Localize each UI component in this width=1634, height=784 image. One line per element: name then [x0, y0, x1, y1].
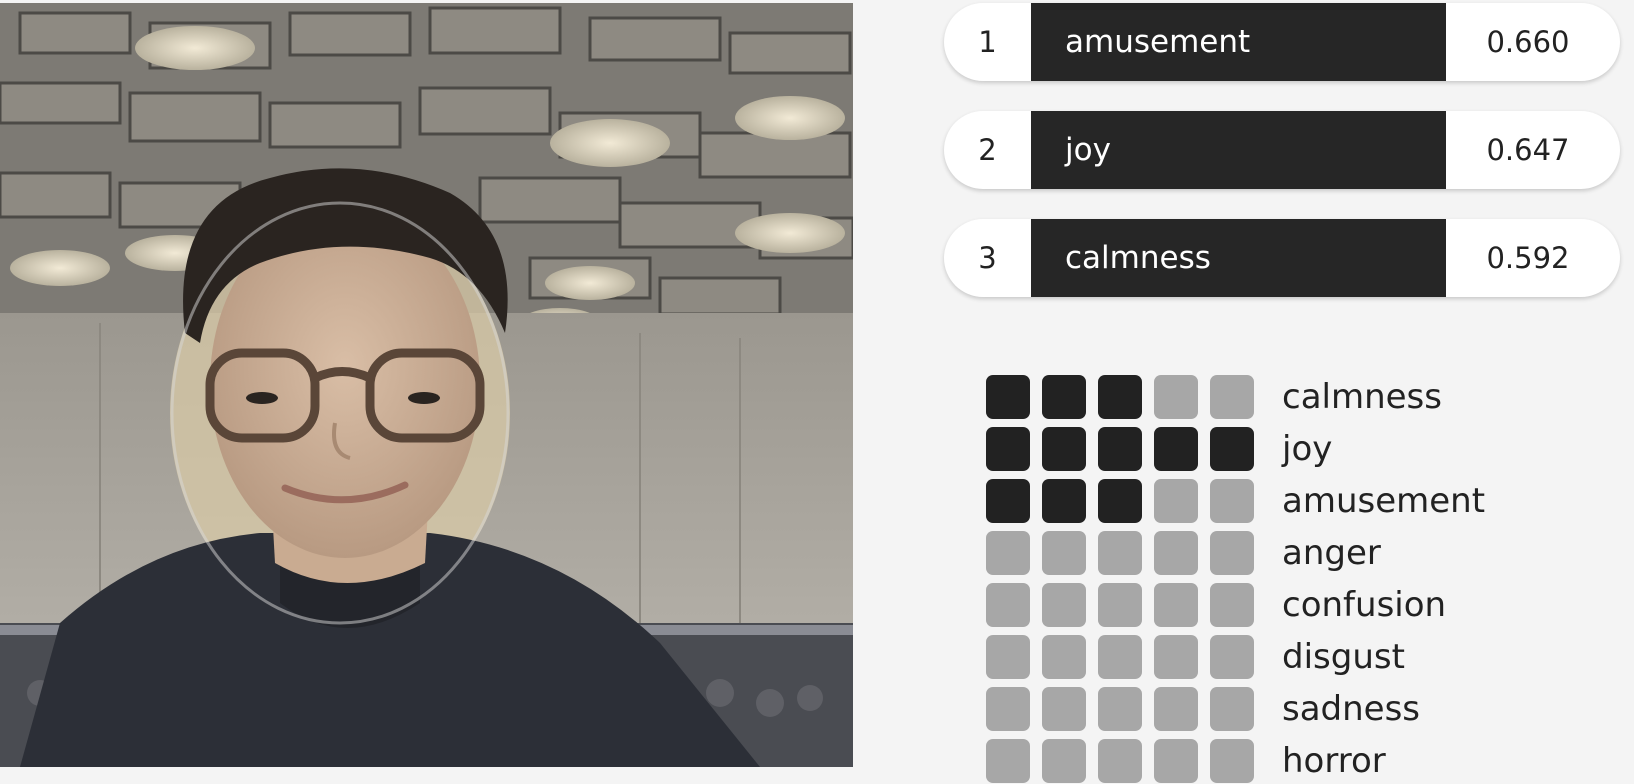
- rank-bar: amusement: [1031, 3, 1446, 81]
- emotion-label: amusement: [1282, 481, 1486, 521]
- emotion-row: horror: [986, 735, 1626, 784]
- level-cell-empty: [1098, 635, 1142, 679]
- emotion-row: confusion: [986, 579, 1626, 631]
- level-cell-empty: [1210, 739, 1254, 783]
- level-cell-filled: [986, 427, 1030, 471]
- level-cells: [986, 427, 1266, 471]
- rank-score: 0.660: [1486, 25, 1570, 59]
- level-cell-filled: [1042, 479, 1086, 523]
- level-cells: [986, 375, 1266, 419]
- level-cells: [986, 583, 1266, 627]
- rank-item[interactable]: 2 joy 0.647: [944, 111, 1620, 189]
- webcam-image: [0, 3, 853, 767]
- level-cells: [986, 739, 1266, 783]
- emotion-row: joy: [986, 423, 1626, 475]
- level-cell-empty: [1210, 583, 1254, 627]
- level-cell-empty: [1098, 583, 1142, 627]
- level-cell-filled: [1210, 427, 1254, 471]
- level-cells: [986, 635, 1266, 679]
- level-cell-empty: [1210, 479, 1254, 523]
- level-cell-empty: [986, 687, 1030, 731]
- level-cell-filled: [1098, 427, 1142, 471]
- level-cell-empty: [1154, 531, 1198, 575]
- emotion-label: anger: [1282, 533, 1381, 573]
- rank-number: 1: [978, 25, 997, 59]
- level-cell-filled: [986, 479, 1030, 523]
- rank-score: 0.592: [1486, 241, 1570, 275]
- emotion-row: calmness: [986, 371, 1626, 423]
- level-cells: [986, 687, 1266, 731]
- emotion-label: confusion: [1282, 585, 1447, 625]
- level-cell-empty: [1154, 687, 1198, 731]
- level-cell-empty: [1042, 583, 1086, 627]
- emotion-label: disgust: [1282, 637, 1405, 677]
- level-cell-empty: [1154, 739, 1198, 783]
- level-cell-empty: [1154, 479, 1198, 523]
- rank-number: 3: [978, 241, 997, 275]
- level-cell-empty: [986, 739, 1030, 783]
- level-cell-filled: [1098, 479, 1142, 523]
- emotion-row: sadness: [986, 683, 1626, 735]
- level-cell-empty: [1042, 739, 1086, 783]
- level-cell-empty: [1210, 687, 1254, 731]
- level-cell-empty: [1154, 635, 1198, 679]
- level-cell-empty: [986, 531, 1030, 575]
- level-cells: [986, 531, 1266, 575]
- webcam-feed: [0, 3, 853, 767]
- rank-bar: calmness: [1031, 219, 1446, 297]
- rank-item[interactable]: 1 amusement 0.660: [944, 3, 1620, 81]
- top-emotions-list: 1 amusement 0.660 2 joy 0.647 3 calmness…: [944, 3, 1620, 327]
- emotion-label: sadness: [1282, 689, 1421, 729]
- emotion-label: horror: [1282, 741, 1386, 781]
- level-cell-filled: [1042, 375, 1086, 419]
- level-cell-empty: [986, 635, 1030, 679]
- level-cell-empty: [1210, 531, 1254, 575]
- emotion-row: disgust: [986, 631, 1626, 683]
- level-cell-empty: [986, 583, 1030, 627]
- level-cell-empty: [1042, 531, 1086, 575]
- level-cell-empty: [1042, 687, 1086, 731]
- emotion-row: anger: [986, 527, 1626, 579]
- level-cell-empty: [1154, 375, 1198, 419]
- emotion-row: amusement: [986, 475, 1626, 527]
- level-cell-empty: [1210, 375, 1254, 419]
- rank-number: 2: [978, 133, 997, 167]
- level-cell-empty: [1042, 635, 1086, 679]
- emotion-label: joy: [1282, 429, 1333, 469]
- level-cells: [986, 479, 1266, 523]
- rank-label: amusement: [1065, 24, 1251, 60]
- level-cell-filled: [1154, 427, 1198, 471]
- level-cell-filled: [1042, 427, 1086, 471]
- rank-label: joy: [1065, 132, 1111, 168]
- level-cell-filled: [986, 375, 1030, 419]
- level-cell-empty: [1154, 583, 1198, 627]
- level-cell-empty: [1210, 635, 1254, 679]
- level-cell-empty: [1098, 531, 1142, 575]
- emotion-level-grid: calmness joy amusement anger confusion d…: [986, 371, 1626, 784]
- rank-label: calmness: [1065, 240, 1211, 276]
- rank-bar: joy: [1031, 111, 1446, 189]
- level-cell-empty: [1098, 739, 1142, 783]
- emotion-label: calmness: [1282, 377, 1442, 417]
- level-cell-filled: [1098, 375, 1142, 419]
- emotion-app: 1 amusement 0.660 2 joy 0.647 3 calmness…: [0, 0, 1634, 784]
- rank-score: 0.647: [1486, 133, 1570, 167]
- rank-item[interactable]: 3 calmness 0.592: [944, 219, 1620, 297]
- level-cell-empty: [1098, 687, 1142, 731]
